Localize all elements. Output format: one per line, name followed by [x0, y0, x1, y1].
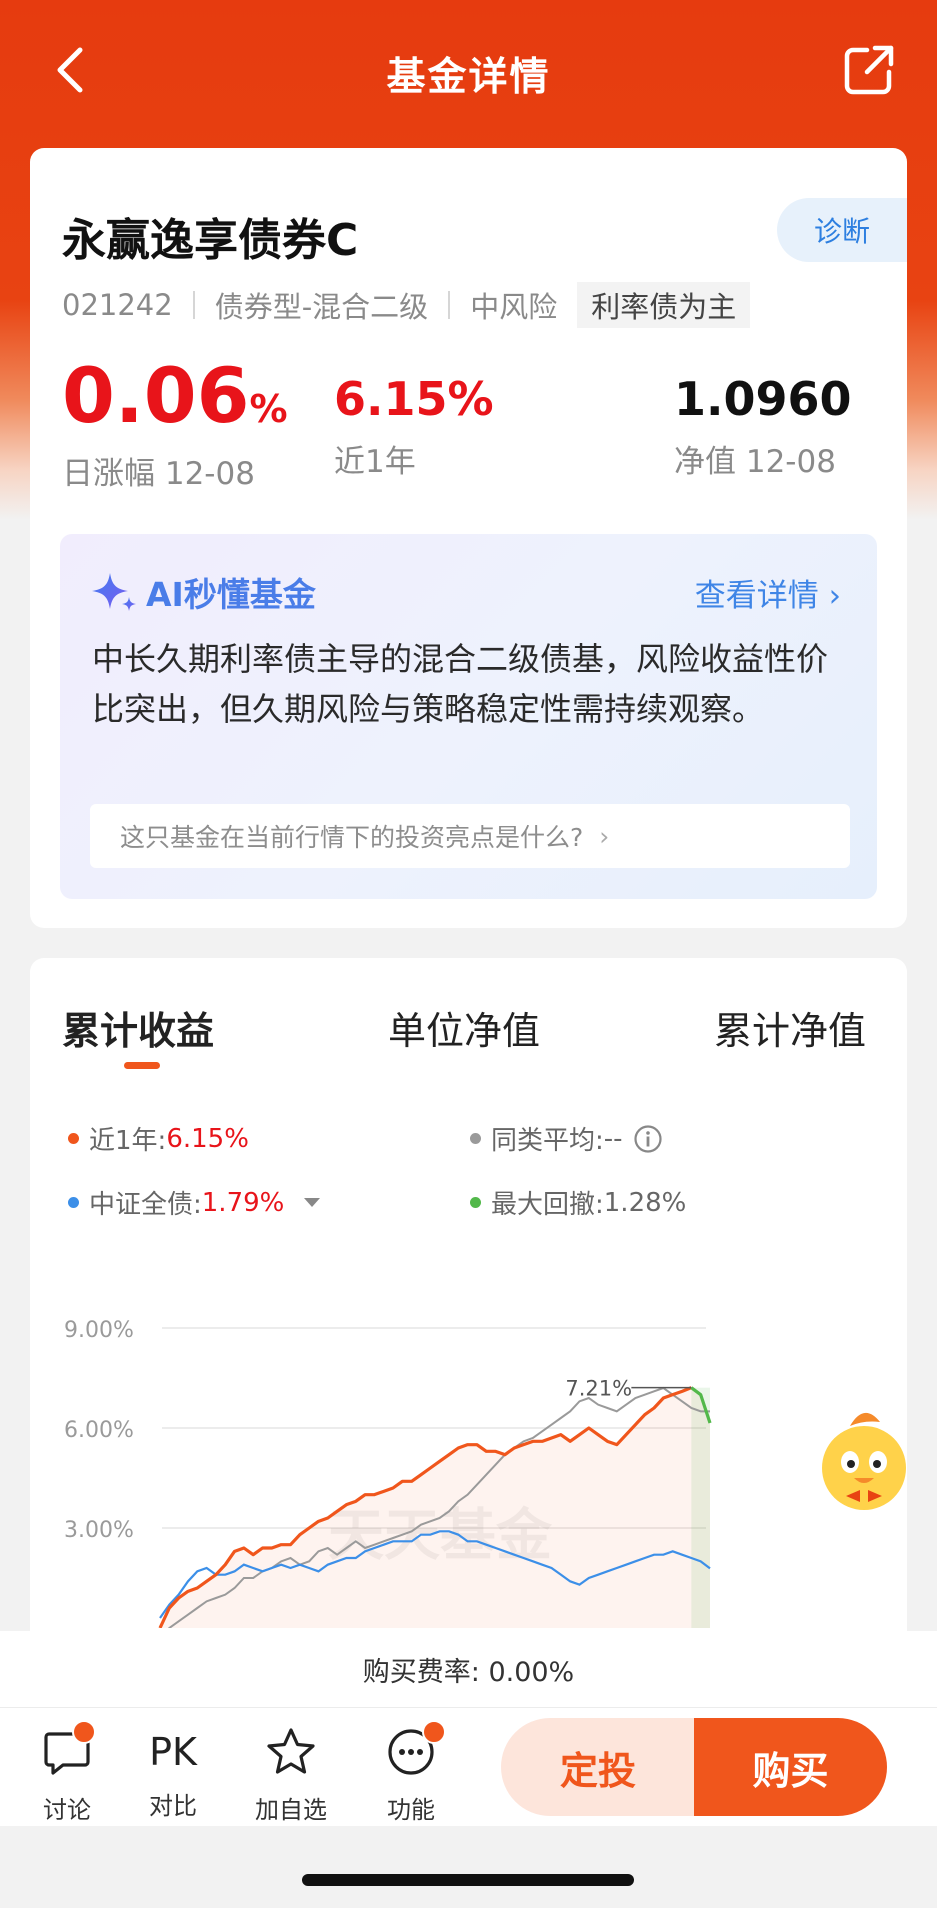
performance-chart[interactable]: 9.00%6.00%3.00% 天天基金7.21% — [30, 1248, 907, 1628]
nav-value: 1.0960 — [674, 372, 852, 426]
purchase-fee-bar: 购买费率: 0.00% — [0, 1631, 937, 1708]
fund-meta-row: 021242 债券型-混合二级 中风险 利率债为主 — [62, 282, 751, 328]
fund-type[interactable]: 债券型-混合二级 — [215, 284, 428, 326]
info-icon[interactable] — [633, 1124, 663, 1154]
ai-summary-card[interactable]: AI秒懂基金 查看详情 › 中长久期利率债主导的混合二级债基，风险收益性价比突出… — [60, 534, 877, 899]
chart-card: 累计收益 单位净值 累计净值 近1年: 6.15% 同类平均: -- 中证全债: 1.… — [30, 958, 907, 1658]
legend-dot — [68, 1133, 79, 1144]
chevron-right-icon: › — [828, 578, 841, 614]
buy-button[interactable]: 购买 — [694, 1718, 887, 1816]
tab-cumulative-return[interactable]: 累计收益 — [62, 1000, 214, 1055]
tab-active-indicator — [124, 1062, 160, 1069]
top-bar: 基金详情 — [0, 0, 937, 140]
tab-unit-nav[interactable]: 单位净值 — [388, 1000, 540, 1055]
bottom-action-bar: 讨论 PK 对比 加自选 功能 定投 购买 — [0, 1708, 937, 1826]
legend-index[interactable]: 中证全债: 1.79% — [68, 1184, 321, 1221]
one-year-value: 6.15% — [334, 372, 494, 426]
dropdown-triangle-icon — [304, 1198, 321, 1207]
legend-average: 同类平均: -- — [470, 1120, 663, 1157]
peak-annotation: 7.21% — [565, 1377, 632, 1401]
page-title: 基金详情 — [386, 55, 551, 100]
legend-dot — [68, 1197, 79, 1208]
diagnose-button[interactable]: 诊断 — [777, 198, 907, 262]
sparkle-icon — [92, 573, 136, 611]
fund-name: 永赢逸享债券C — [62, 215, 359, 266]
sip-button[interactable]: 定投 — [501, 1718, 695, 1816]
notification-badge — [72, 1720, 96, 1744]
view-details-link[interactable]: 查看详情 › — [695, 570, 841, 615]
more-functions-button[interactable]: 功能 — [366, 1720, 456, 1825]
divider — [192, 291, 195, 319]
ai-section: AI秒懂基金 查看详情 › 中长久期利率债主导的混合二级债基，风险收益性价比突出… — [30, 534, 907, 928]
nav-stat: 1.0960 净值 12-08 — [674, 358, 852, 481]
one-year-stat: 6.15% 近1年 — [334, 358, 494, 481]
daily-change-label: 日涨幅 12-08 — [62, 456, 255, 492]
legend-drawdown: 最大回撤: 1.28% — [470, 1184, 686, 1221]
notification-badge — [422, 1720, 446, 1744]
chevron-right-icon: › — [599, 821, 610, 851]
fund-risk[interactable]: 中风险 — [470, 284, 557, 326]
fund-code: 021242 — [62, 288, 173, 322]
fund-area — [160, 1387, 710, 1628]
discuss-button[interactable]: 讨论 — [22, 1720, 112, 1825]
legend-dot — [470, 1133, 481, 1144]
nav-label: 净值 12-08 — [674, 444, 836, 480]
ai-summary-text: 中长久期利率债主导的混合二级债基，风险收益性价比突出，但久期风险与策略稳定性需持… — [92, 640, 829, 728]
share-icon[interactable] — [841, 42, 897, 98]
add-watchlist-button[interactable]: 加自选 — [246, 1724, 336, 1825]
ai-title: AI秒懂基金 — [92, 568, 316, 616]
divider — [448, 291, 451, 319]
daily-change-stat: 0.06% 日涨幅 12-08 — [62, 358, 288, 493]
ai-question-prompt[interactable]: 这只基金在当前行情下的投资亮点是什么? › — [90, 804, 850, 868]
pk-compare-button[interactable]: PK 对比 — [128, 1724, 218, 1821]
y-tick-label: 3.00% — [64, 1518, 134, 1543]
purchase-fee-text: 购买费率: 0.00% — [362, 1656, 575, 1688]
fund-tag[interactable]: 利率债为主 — [577, 282, 751, 328]
y-tick-label: 6.00% — [64, 1418, 134, 1443]
star-icon — [267, 1728, 315, 1774]
legend-fund: 近1年: 6.15% — [68, 1120, 249, 1157]
y-tick-label: 9.00% — [64, 1318, 134, 1343]
one-year-label: 近1年 — [334, 444, 416, 480]
home-indicator[interactable] — [302, 1874, 634, 1886]
tab-cumulative-nav[interactable]: 累计净值 — [714, 1000, 866, 1055]
drawdown-band — [691, 1387, 710, 1628]
daily-change-value: 0.06% — [62, 351, 288, 440]
legend-dot — [470, 1197, 481, 1208]
fund-info-card: 永赢逸享债券C 诊断 021242 债券型-混合二级 中风险 利率债为主 0.0… — [30, 148, 907, 534]
mascot-chick-icon[interactable] — [822, 1412, 906, 1510]
home-indicator-area — [0, 1826, 937, 1908]
pk-icon: PK — [149, 1730, 197, 1774]
